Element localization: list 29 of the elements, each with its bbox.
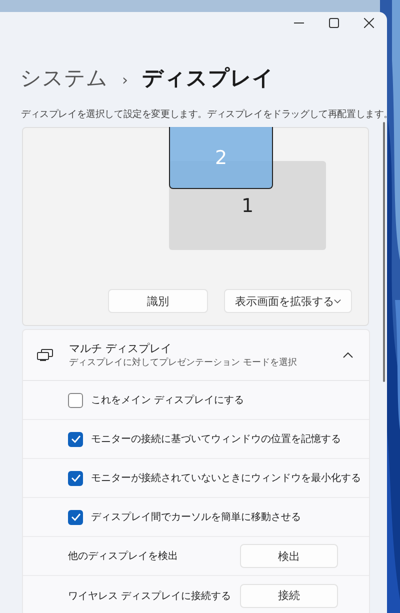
checkbox-label[interactable]: モニターの接続に基づいてウィンドウの位置を記憶する [91, 432, 341, 446]
section-subtitle: ディスプレイに対してプレゼンテーション モードを選択 [69, 356, 298, 369]
close-icon[interactable] [364, 18, 374, 28]
checkmark-icon [70, 435, 80, 443]
checkbox[interactable] [68, 470, 83, 486]
mode-dropdown[interactable]: 表示画面を拡張する [224, 289, 352, 313]
checkbox[interactable] [68, 510, 83, 524]
checkbox-label[interactable]: ディスプレイ間でカーソルを簡単に移動させる [91, 510, 301, 524]
multi-monitor-icon [37, 349, 53, 361]
checkbox[interactable] [68, 392, 83, 408]
checkmark-icon [70, 513, 80, 521]
checkmark-icon [70, 474, 80, 482]
setting-label: ワイヤレス ディスプレイに接続する [68, 590, 232, 602]
section-title: マルチ ディスプレイ [69, 341, 172, 356]
setting-label: 他のディスプレイを検出 [68, 550, 179, 563]
chevron-down-icon [334, 298, 341, 304]
description-text: ディスプレイを選択して設定を変更します。ディスプレイをドラッグして再配置します。 [20, 108, 387, 121]
identify-button[interactable]: 識別 [108, 289, 208, 313]
action-button[interactable]: 接続 [240, 584, 338, 608]
page-title: ディスプレイ [142, 65, 274, 92]
checkbox-label[interactable]: モニターが接続されていないときにウィンドウを最小化する [91, 471, 361, 485]
maximize-icon[interactable] [329, 18, 339, 28]
action-button[interactable]: 検出 [240, 544, 338, 568]
scrollbar[interactable] [383, 122, 385, 382]
breadcrumb-parent[interactable]: システム [20, 64, 108, 92]
checkbox-label[interactable]: これをメイン ディスプレイにする [91, 393, 244, 407]
chevron-up-icon[interactable] [343, 352, 353, 358]
checkbox[interactable] [68, 432, 83, 446]
breadcrumb-separator: › [122, 71, 128, 89]
